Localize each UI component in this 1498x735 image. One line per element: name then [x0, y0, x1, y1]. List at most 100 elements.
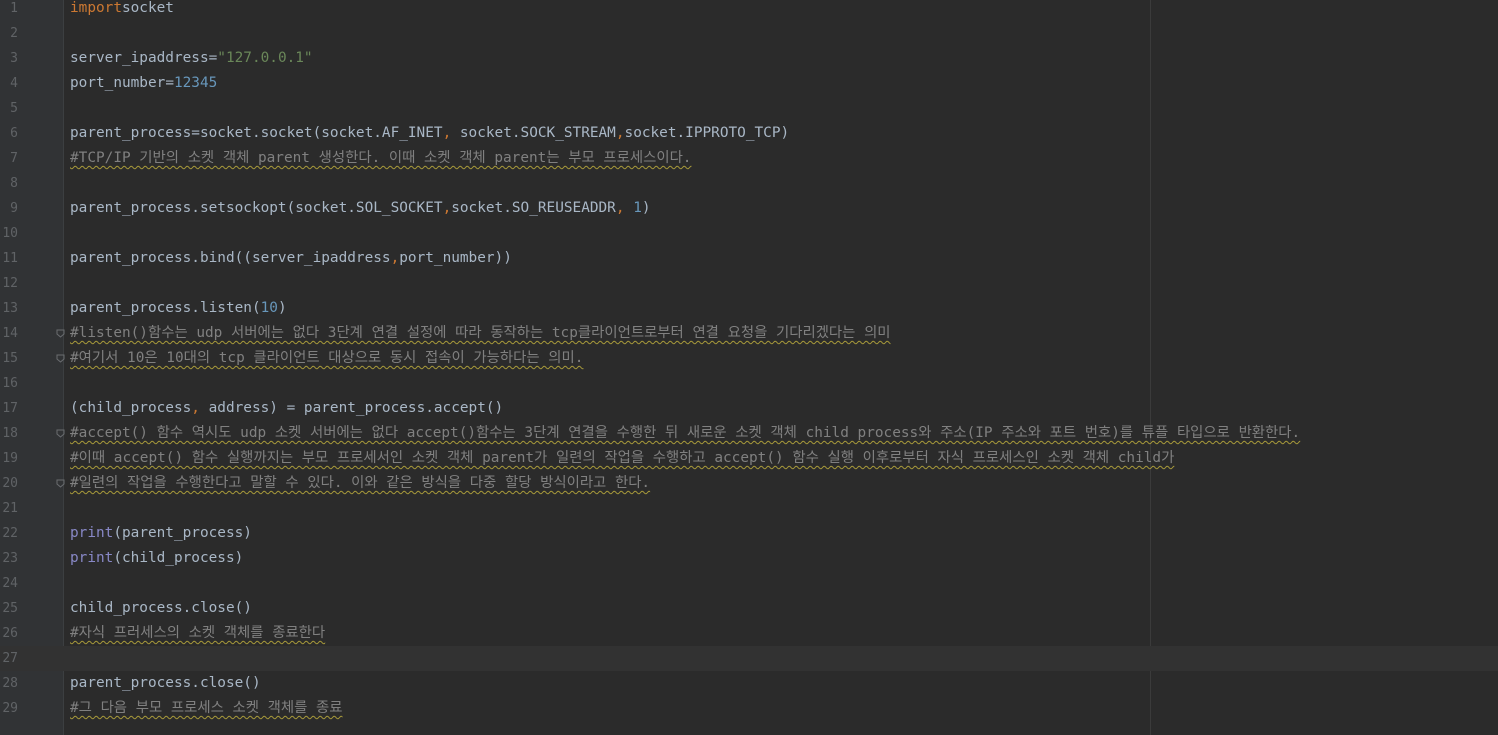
code-text[interactable]: print(parent_process) — [70, 521, 252, 546]
code-line[interactable]: 24 — [0, 571, 1498, 596]
code-line[interactable]: 18 #accept() 함수 역시도 udp 소켓 서버에는 없다 accept… — [0, 421, 1498, 446]
line-number: 22 — [2, 526, 18, 541]
code-line[interactable]: 1 importsocket — [0, 0, 1498, 21]
code-line[interactable]: 7 #TCP/IP 기반의 소켓 객체 parent 생성한다. 이때 소켓 객체… — [0, 146, 1498, 171]
code-line[interactable]: 23 print(child_process) — [0, 546, 1498, 571]
comment-token: #일련의 작업을 수행한다고 말할 수 있다. 이와 같은 방식을 다중 할당 … — [70, 475, 651, 491]
code-token: parent_process.setsockopt(socket.SOL_SOC… — [70, 200, 443, 216]
code-text[interactable]: #이때 accept() 함수 실행까지는 부모 프로세서인 소켓 객체 par… — [70, 446, 1174, 471]
code-text[interactable]: server_ipaddress="127.0.0.1" — [70, 46, 313, 71]
code-token: socket.SOCK_STREAM — [451, 125, 616, 141]
line-number: 12 — [2, 276, 18, 291]
comment-token: #이때 accept() 함수 실행까지는 부모 프로세서인 소켓 객체 par… — [70, 450, 1175, 466]
comment-token: #listen()함수는 udp 서버에는 없다 3단계 연결 설정에 따라 동… — [70, 325, 891, 341]
code-text[interactable]: #자식 프러세스의 소켓 객체를 종료한다 — [70, 621, 325, 646]
comment-token: #여기서 10은 10대의 tcp 클라이언트 대상으로 동시 접속이 가능하다… — [70, 350, 584, 366]
code-text[interactable]: parent_process=socket.socket(socket.AF_I… — [70, 121, 789, 146]
code-line[interactable]: 20 #일련의 작업을 수행한다고 말할 수 있다. 이와 같은 방식을 다중 할… — [0, 471, 1498, 496]
code-line[interactable]: 6 parent_process=socket.socket(socket.AF_… — [0, 121, 1498, 146]
code-line[interactable]: 25 child_process.close() — [0, 596, 1498, 621]
code-token: parent_process=socket.socket(socket.AF_I… — [70, 125, 443, 141]
code-line[interactable]: 4 port_number=12345 — [0, 71, 1498, 96]
line-number: 15 — [2, 351, 18, 366]
code-token: = — [208, 50, 218, 66]
line-number: 4 — [10, 76, 18, 91]
line-number: 11 — [2, 251, 18, 266]
fold-marker-icon[interactable] — [56, 479, 65, 488]
code-token: socket.SO_REUSEADDR — [451, 200, 616, 216]
code-line[interactable]: 9 parent_process.setsockopt(socket.SOL_SO… — [0, 196, 1498, 221]
code-line[interactable]: 3 server_ipaddress="127.0.0.1" — [0, 46, 1498, 71]
code-text[interactable]: #listen()함수는 udp 서버에는 없다 3단계 연결 설정에 따라 동… — [70, 321, 891, 346]
line-number: 10 — [2, 226, 18, 241]
fold-marker-icon[interactable] — [56, 429, 65, 438]
code-token: = — [165, 75, 174, 91]
code-token: port_number)) — [399, 250, 512, 266]
code-token: socket.IPPROTO_TCP) — [624, 125, 790, 141]
code-token: (parent_process) — [113, 525, 252, 541]
code-line[interactable]: 5 — [0, 96, 1498, 121]
code-text[interactable]: port_number=12345 — [70, 71, 217, 96]
code-line[interactable]: 22 print(parent_process) — [0, 521, 1498, 546]
code-line[interactable]: 27 — [0, 646, 1498, 671]
line-number: 3 — [10, 51, 18, 66]
comment-token: #자식 프러세스의 소켓 객체를 종료한다 — [70, 625, 326, 641]
keyword-token: , — [442, 125, 452, 141]
code-line[interactable]: 28 parent_process.close() — [0, 671, 1498, 696]
line-number: 18 — [2, 426, 18, 441]
code-line[interactable]: 11 parent_process.bind((server_ipaddress,… — [0, 246, 1498, 271]
code-text[interactable]: parent_process.close() — [70, 671, 261, 696]
number-token: 12345 — [173, 75, 218, 91]
keyword-token: , — [615, 125, 625, 141]
code-text[interactable]: (child_process, address) = parent_proces… — [70, 396, 503, 421]
code-token: address) = parent_process.accept() — [199, 400, 504, 416]
line-number: 29 — [2, 701, 18, 716]
code-text[interactable]: #accept() 함수 역시도 udp 소켓 서버에는 없다 accept()… — [70, 421, 1300, 446]
line-number: 13 — [2, 301, 18, 316]
code-text[interactable]: #여기서 10은 10대의 tcp 클라이언트 대상으로 동시 접속이 가능하다… — [70, 346, 583, 371]
code-editor[interactable]: 1 importsocket 2 3 server_ipaddress="127.0.0… — [0, 0, 1498, 735]
fold-marker-icon[interactable] — [56, 354, 65, 363]
code-text[interactable]: #일련의 작업을 수행한다고 말할 수 있다. 이와 같은 방식을 다중 할당 … — [70, 471, 650, 496]
comment-token: #accept() 함수 역시도 udp 소켓 서버에는 없다 accept()… — [70, 425, 1301, 441]
code-token: ) — [641, 200, 651, 216]
line-number: 21 — [2, 501, 18, 516]
code-text[interactable]: parent_process.bind((server_ipaddress,po… — [70, 246, 512, 271]
code-text[interactable]: #그 다음 부모 프로세스 소켓 객체를 종료 — [70, 696, 342, 721]
code-token: parent_process.listen( — [70, 300, 261, 316]
code-line[interactable]: 10 — [0, 221, 1498, 246]
keyword-token: import — [70, 0, 122, 16]
code-text[interactable]: parent_process.listen(10) — [70, 296, 287, 321]
code-token: port_number — [70, 75, 166, 91]
code-line[interactable]: 26 #자식 프러세스의 소켓 객체를 종료한다 — [0, 621, 1498, 646]
number-token: 10 — [260, 300, 278, 316]
code-line[interactable]: 8 — [0, 171, 1498, 196]
number-token: 1 — [633, 200, 642, 216]
code-text[interactable]: child_process.close() — [70, 596, 252, 621]
code-line[interactable]: 16 — [0, 371, 1498, 396]
code-token: server_ipaddress — [70, 50, 209, 66]
code-text[interactable]: #TCP/IP 기반의 소켓 객체 parent 생성한다. 이때 소켓 객체 … — [70, 146, 691, 171]
line-number: 2 — [10, 26, 18, 41]
line-number: 17 — [2, 401, 18, 416]
code-line[interactable]: 29 #그 다음 부모 프로세스 소켓 객체를 종료 — [0, 696, 1498, 721]
fold-marker-icon[interactable] — [56, 329, 65, 338]
code-line[interactable]: 17 (child_process, address) = parent_proc… — [0, 396, 1498, 421]
keyword-token: , — [615, 200, 625, 216]
line-number: 14 — [2, 326, 18, 341]
keyword-token: , — [191, 400, 200, 416]
code-text[interactable]: parent_process.setsockopt(socket.SOL_SOC… — [70, 196, 651, 221]
code-line[interactable]: 2 — [0, 21, 1498, 46]
code-text[interactable]: importsocket — [70, 0, 174, 21]
code-line[interactable]: 21 — [0, 496, 1498, 521]
builtin-token: print — [70, 550, 114, 566]
code-line[interactable]: 13 parent_process.listen(10) — [0, 296, 1498, 321]
code-line[interactable]: 14 #listen()함수는 udp 서버에는 없다 3단계 연결 설정에 따라… — [0, 321, 1498, 346]
code-text[interactable]: print(child_process) — [70, 546, 243, 571]
line-number: 7 — [10, 151, 18, 166]
code-line[interactable]: 12 — [0, 271, 1498, 296]
code-line[interactable]: 15 #여기서 10은 10대의 tcp 클라이언트 대상으로 동시 접속이 가능… — [0, 346, 1498, 371]
code-line[interactable]: 19 #이때 accept() 함수 실행까지는 부모 프로세서인 소켓 객체 p… — [0, 446, 1498, 471]
keyword-token: , — [390, 250, 400, 266]
line-number: 5 — [10, 101, 18, 116]
